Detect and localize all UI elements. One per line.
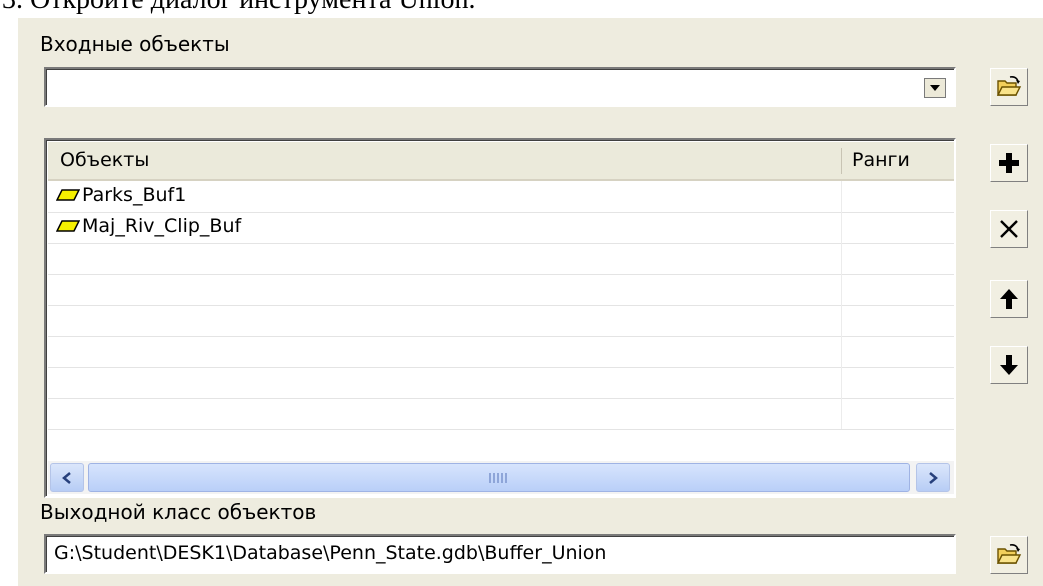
plus-icon	[999, 153, 1019, 173]
input-features-combo[interactable]	[44, 67, 956, 107]
input-features-label: Входные объекты	[40, 32, 230, 56]
polygon-layer-icon	[56, 220, 80, 232]
open-folder-icon	[996, 544, 1022, 564]
move-down-button[interactable]	[990, 346, 1028, 384]
scroll-left-button[interactable]	[50, 463, 84, 492]
features-list[interactable]: Объекты Ранги Parks_Buf1 Maj_Riv_Clip_Buf	[44, 138, 956, 498]
table-row[interactable]	[48, 243, 954, 275]
column-divider	[841, 305, 842, 336]
chevron-right-icon	[929, 471, 938, 484]
move-up-button[interactable]	[990, 280, 1028, 318]
chevron-left-icon	[62, 471, 71, 484]
browse-input-button[interactable]	[990, 68, 1028, 106]
table-row[interactable]	[48, 336, 954, 368]
table-row[interactable]	[48, 274, 954, 306]
arrow-down-icon	[1000, 355, 1018, 375]
column-divider	[841, 274, 842, 305]
document-text-strip: 3. Откройте диалог инструмента Union.	[0, 0, 1043, 18]
column-header-objects[interactable]: Объекты	[48, 142, 841, 179]
remove-button[interactable]	[990, 210, 1028, 248]
browse-output-button[interactable]	[990, 536, 1028, 574]
table-row[interactable]: Parks_Buf1	[48, 181, 954, 213]
column-divider	[841, 398, 842, 429]
column-divider	[841, 212, 842, 243]
column-divider	[841, 336, 842, 367]
column-divider	[841, 181, 842, 212]
column-divider	[841, 367, 842, 398]
scroll-thumb[interactable]	[88, 463, 910, 492]
scroll-right-button[interactable]	[916, 463, 950, 492]
output-path-field[interactable]: G:\Student\DESK1\Database\Penn_State.gdb…	[44, 534, 956, 574]
output-feature-class-label: Выходной класс объектов	[40, 500, 317, 524]
feature-name-text: Maj_Riv_Clip_Buf	[82, 215, 242, 237]
table-row[interactable]	[48, 305, 954, 337]
table-row[interactable]	[48, 398, 954, 430]
horizontal-scrollbar[interactable]	[48, 461, 954, 494]
feature-name-cell: Maj_Riv_Clip_Buf	[56, 215, 241, 237]
polygon-layer-icon	[56, 189, 80, 201]
table-row[interactable]: Maj_Riv_Clip_Buf	[48, 212, 954, 244]
open-folder-icon	[996, 76, 1022, 96]
column-divider	[841, 243, 842, 274]
x-icon	[1000, 220, 1018, 238]
column-header-ranks[interactable]: Ранги	[842, 142, 954, 179]
table-row[interactable]	[48, 367, 954, 399]
feature-name-cell: Parks_Buf1	[56, 184, 186, 206]
add-button[interactable]	[990, 144, 1028, 182]
combo-dropdown-button[interactable]	[924, 78, 946, 98]
document-text: 3. Откройте диалог инструмента Union.	[2, 0, 475, 15]
chevron-down-icon	[930, 85, 940, 91]
scroll-grip	[489, 473, 509, 483]
arrow-up-icon	[1000, 289, 1018, 309]
feature-name-text: Parks_Buf1	[82, 184, 187, 206]
list-header: Объекты Ранги	[48, 142, 954, 181]
